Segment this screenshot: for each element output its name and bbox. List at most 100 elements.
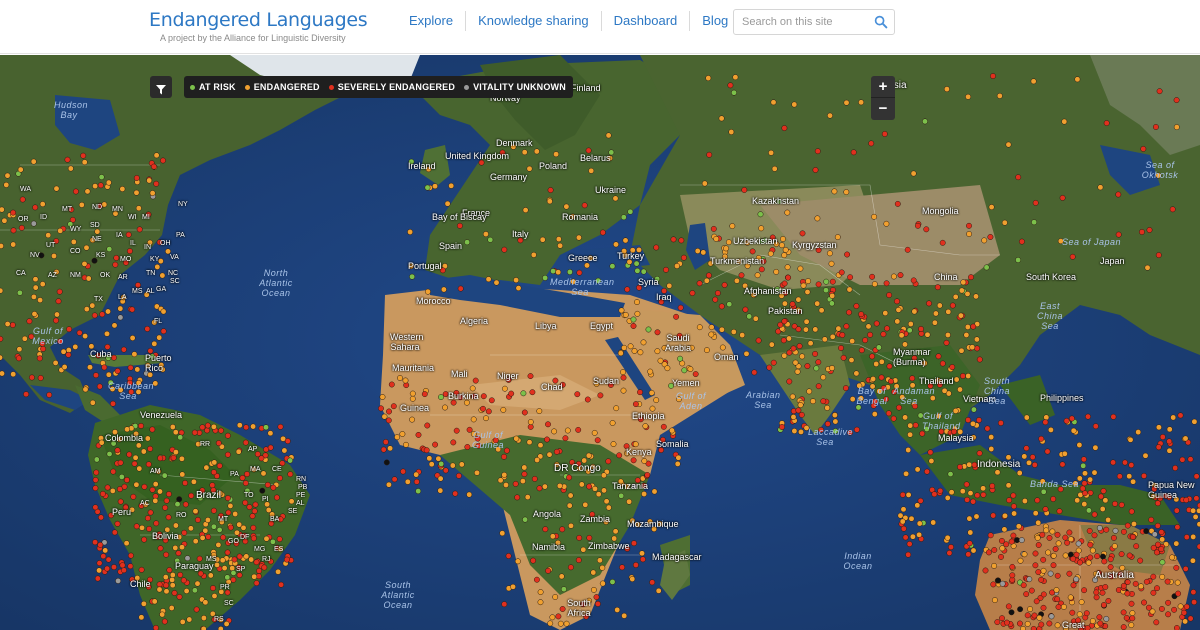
language-marker[interactable] xyxy=(1159,536,1166,543)
language-marker[interactable] xyxy=(964,496,971,503)
language-marker[interactable] xyxy=(1055,540,1062,547)
language-marker[interactable] xyxy=(39,201,46,208)
language-marker[interactable] xyxy=(946,550,953,556)
language-marker[interactable] xyxy=(1043,414,1050,421)
language-marker[interactable] xyxy=(595,491,602,498)
language-marker[interactable] xyxy=(1023,414,1030,421)
language-marker[interactable] xyxy=(106,451,113,457)
language-marker[interactable] xyxy=(140,448,147,455)
language-marker[interactable] xyxy=(149,190,156,197)
language-marker[interactable] xyxy=(924,331,931,338)
language-marker[interactable] xyxy=(885,410,892,417)
language-marker[interactable] xyxy=(93,456,100,463)
language-marker[interactable] xyxy=(935,353,942,360)
language-marker[interactable] xyxy=(136,465,143,472)
language-marker[interactable] xyxy=(1154,522,1161,529)
language-marker[interactable] xyxy=(964,324,971,330)
language-marker[interactable] xyxy=(966,461,973,468)
language-marker[interactable] xyxy=(1006,497,1013,504)
language-marker[interactable] xyxy=(263,424,269,431)
language-marker[interactable] xyxy=(522,207,529,214)
language-marker[interactable] xyxy=(194,580,201,587)
language-marker[interactable] xyxy=(545,421,551,428)
language-marker[interactable] xyxy=(1084,625,1091,630)
language-marker[interactable] xyxy=(726,301,733,308)
language-marker[interactable] xyxy=(112,261,119,268)
language-marker[interactable] xyxy=(1075,540,1082,547)
language-marker[interactable] xyxy=(1030,625,1037,630)
language-marker[interactable] xyxy=(204,517,211,523)
language-marker[interactable] xyxy=(939,239,946,246)
language-marker[interactable] xyxy=(927,449,934,456)
language-marker[interactable] xyxy=(827,112,833,119)
language-marker[interactable] xyxy=(1150,573,1157,580)
language-marker[interactable] xyxy=(265,507,272,513)
language-marker[interactable] xyxy=(1120,624,1127,630)
language-marker[interactable] xyxy=(630,323,637,329)
language-marker[interactable] xyxy=(1173,124,1180,131)
language-marker[interactable] xyxy=(576,269,583,276)
language-marker[interactable] xyxy=(721,282,728,288)
language-marker[interactable] xyxy=(853,426,860,433)
language-marker[interactable] xyxy=(220,534,227,541)
language-marker[interactable] xyxy=(243,424,250,431)
language-marker[interactable] xyxy=(438,394,444,401)
language-marker[interactable] xyxy=(83,306,90,313)
language-marker[interactable] xyxy=(738,272,745,279)
language-marker[interactable] xyxy=(768,341,775,348)
language-marker[interactable] xyxy=(631,348,638,354)
language-marker[interactable] xyxy=(839,332,846,338)
language-marker[interactable] xyxy=(835,325,842,332)
language-marker[interactable] xyxy=(382,439,389,445)
language-marker[interactable] xyxy=(1040,567,1047,574)
language-marker[interactable] xyxy=(1155,444,1162,451)
language-marker[interactable] xyxy=(510,583,516,590)
language-marker[interactable] xyxy=(449,462,456,469)
language-marker[interactable] xyxy=(452,490,459,497)
language-marker[interactable] xyxy=(780,337,787,344)
language-marker[interactable] xyxy=(973,513,980,520)
language-marker[interactable] xyxy=(999,615,1005,622)
language-marker[interactable] xyxy=(1050,562,1057,569)
language-marker[interactable] xyxy=(428,461,435,468)
language-marker[interactable] xyxy=(1052,546,1059,552)
language-marker[interactable] xyxy=(826,250,833,257)
language-marker[interactable] xyxy=(440,286,447,293)
language-marker[interactable] xyxy=(521,409,528,416)
search-input[interactable] xyxy=(734,10,872,34)
language-marker[interactable] xyxy=(144,515,151,522)
language-marker[interactable] xyxy=(768,149,775,156)
language-marker[interactable] xyxy=(1096,614,1103,621)
language-marker[interactable] xyxy=(630,457,637,464)
language-marker[interactable] xyxy=(723,245,730,252)
language-marker[interactable] xyxy=(1146,227,1153,233)
language-marker[interactable] xyxy=(610,441,617,448)
language-marker[interactable] xyxy=(948,489,955,496)
language-marker[interactable] xyxy=(1129,610,1136,617)
language-marker[interactable] xyxy=(1118,501,1125,508)
language-marker[interactable] xyxy=(970,323,977,330)
language-marker[interactable] xyxy=(259,487,266,494)
language-marker[interactable] xyxy=(53,185,60,192)
language-marker[interactable] xyxy=(169,582,176,589)
language-marker[interactable] xyxy=(970,420,976,427)
language-marker[interactable] xyxy=(601,487,607,494)
language-marker[interactable] xyxy=(991,562,998,569)
language-marker[interactable] xyxy=(846,309,852,316)
language-marker[interactable] xyxy=(1018,238,1025,245)
language-marker[interactable] xyxy=(30,220,37,227)
language-marker[interactable] xyxy=(1144,264,1151,271)
language-marker[interactable] xyxy=(54,311,60,318)
language-marker[interactable] xyxy=(156,334,163,341)
language-marker[interactable] xyxy=(435,455,442,462)
language-marker[interactable] xyxy=(590,586,597,593)
language-marker[interactable] xyxy=(537,599,544,606)
language-marker[interactable] xyxy=(99,311,106,318)
language-marker[interactable] xyxy=(936,302,943,309)
language-marker[interactable] xyxy=(30,293,37,300)
language-marker[interactable] xyxy=(146,525,153,532)
language-marker[interactable] xyxy=(791,428,798,434)
language-marker[interactable] xyxy=(399,431,406,437)
language-marker[interactable] xyxy=(563,203,570,210)
language-marker[interactable] xyxy=(882,310,889,317)
